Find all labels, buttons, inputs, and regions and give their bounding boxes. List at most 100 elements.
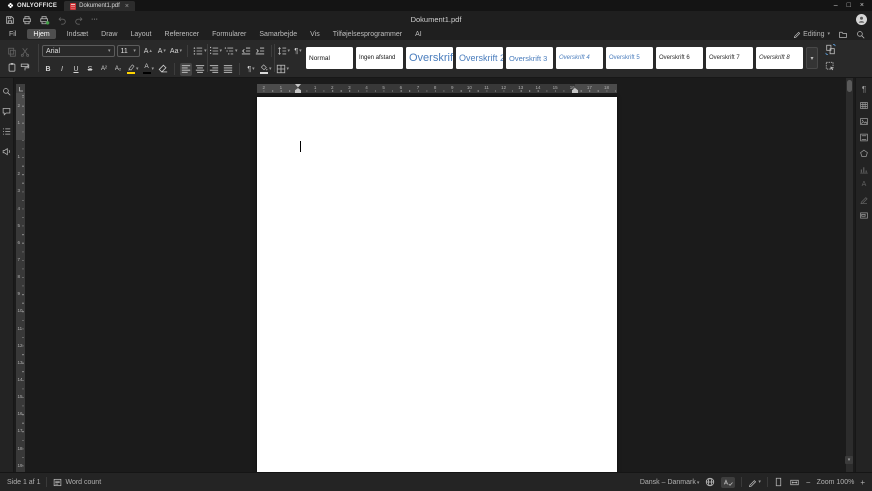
copy-icon[interactable] xyxy=(7,47,17,57)
nonprinting-characters-dropdown[interactable]: ¶ ▾ xyxy=(292,45,304,58)
change-case-dropdown[interactable]: Aa ▾ xyxy=(170,45,182,58)
style-chip-overskrift-4[interactable]: Overskrift 4 xyxy=(556,47,603,69)
table-settings-icon[interactable] xyxy=(859,101,869,110)
v-ruler[interactable]: 2 1 1 2 3 4 5 6 7 8 9 10 11 12 13 14 15 16 17 18 19 xyxy=(16,93,25,472)
style-chip-overskrift-6[interactable]: Overskrift 6 xyxy=(656,47,703,69)
quick-print-icon[interactable] xyxy=(39,15,50,25)
highlight-color-dropdown[interactable]: ▾ xyxy=(126,63,140,76)
menu-tab-tilfojelsesprogrammer[interactable]: Tilføjelsesprogrammer xyxy=(331,29,404,39)
select-all-icon[interactable] xyxy=(825,61,836,72)
superscript-button[interactable]: A² xyxy=(98,63,110,76)
minimize-button[interactable]: – xyxy=(834,2,838,9)
paragraph-settings-icon[interactable]: ¶ xyxy=(862,86,866,94)
menu-tab-vis[interactable]: Vis xyxy=(308,29,322,39)
image-settings-icon[interactable] xyxy=(859,117,869,126)
font-color-dropdown[interactable]: A ▾ xyxy=(142,63,156,76)
numbered-list-dropdown[interactable]: ▾ xyxy=(209,45,222,58)
copy-style-icon[interactable] xyxy=(20,62,30,72)
increase-indent-button[interactable] xyxy=(254,45,266,58)
form-settings-icon[interactable] xyxy=(859,211,869,220)
spell-check-toggle[interactable] xyxy=(721,476,736,488)
cut-icon[interactable] xyxy=(20,47,30,57)
style-chip-overskrift-8[interactable]: Overskrift 8 xyxy=(756,47,803,69)
zoom-out-button[interactable]: − xyxy=(806,478,811,487)
align-center-button[interactable] xyxy=(194,63,206,76)
paste-icon[interactable] xyxy=(7,62,17,72)
tab-stop-selector[interactable] xyxy=(16,84,25,93)
search-icon[interactable] xyxy=(856,30,865,39)
text-art-settings-icon[interactable]: A xyxy=(862,181,867,188)
chart-settings-icon[interactable] xyxy=(859,165,869,174)
editing-mode-dropdown[interactable]: Editing ▾ xyxy=(793,30,830,38)
font-size-select[interactable]: 11 ▾ xyxy=(116,45,140,57)
avatar[interactable] xyxy=(856,14,867,25)
menu-tab-layout[interactable]: Layout xyxy=(128,29,153,39)
style-chip-overskrift-7[interactable]: Overskrift 7 xyxy=(706,47,753,69)
vertical-scrollbar[interactable] xyxy=(846,78,853,472)
menu-tab-samarbejde[interactable]: Samarbejde xyxy=(257,29,299,39)
menu-tab-fil[interactable]: Fil xyxy=(7,29,18,39)
customize-quick-access-icon[interactable]: ··· xyxy=(91,16,98,23)
document-page[interactable] xyxy=(257,97,617,472)
set-language-globe-icon[interactable] xyxy=(705,477,715,487)
menu-tab-ai[interactable]: AI xyxy=(413,29,424,39)
style-chip-overskrift-5[interactable]: Overskrift 5 xyxy=(606,47,653,69)
fit-page-icon[interactable] xyxy=(774,477,783,487)
justify-button[interactable] xyxy=(222,63,234,76)
language-selector[interactable]: Dansk – Danmark▾ xyxy=(640,479,700,486)
font-name-select[interactable]: Arial ▾ xyxy=(42,45,115,57)
multilevel-list-dropdown[interactable]: ▾ xyxy=(224,45,238,58)
menu-tab-indsaet[interactable]: Indsæt xyxy=(65,29,90,39)
open-file-location-icon[interactable] xyxy=(838,30,848,39)
signature-settings-icon[interactable] xyxy=(859,195,869,204)
line-spacing-dropdown[interactable]: ▾ xyxy=(277,45,290,58)
style-chip-normal[interactable]: Normal xyxy=(306,47,353,69)
page-indicator[interactable]: Side 1 af 1 xyxy=(7,479,40,486)
comments-panel-icon[interactable] xyxy=(2,107,11,116)
styles-gallery-expand-button[interactable]: ▾ xyxy=(806,47,818,69)
style-chip-ingen-afstand[interactable]: Ingen afstand xyxy=(356,47,403,69)
bold-button[interactable]: B xyxy=(42,63,54,76)
subscript-button[interactable]: A₂ xyxy=(112,63,124,76)
replace-icon[interactable] xyxy=(825,44,836,55)
underline-button[interactable]: U xyxy=(70,63,82,76)
zoom-level[interactable]: Zoom 100% xyxy=(817,479,855,486)
shape-settings-icon[interactable] xyxy=(859,149,869,158)
save-icon[interactable] xyxy=(5,15,15,25)
word-count-button[interactable]: Word count xyxy=(53,478,101,487)
style-chip-overskrift-1[interactable]: Overskrift 1 xyxy=(406,47,453,69)
document-tab[interactable]: Dokument1.pdf × xyxy=(64,1,135,11)
menu-tab-formularer[interactable]: Formularer xyxy=(210,29,248,39)
h-ruler[interactable]: 2 1 1 2 3 4 5 6 7 8 9 10 11 12 13 14 15 16 17 18 xyxy=(257,84,617,93)
undo-icon[interactable] xyxy=(57,15,67,25)
decrease-font-size-button[interactable]: A ▾ xyxy=(156,45,168,58)
tab-close-icon[interactable]: × xyxy=(125,3,129,10)
zoom-in-button[interactable]: + xyxy=(860,478,865,487)
headings-navigation-icon[interactable] xyxy=(2,127,11,136)
ink-tool-dropdown[interactable]: ▾ xyxy=(748,478,761,487)
decrease-indent-button[interactable] xyxy=(240,45,252,58)
search-panel-icon[interactable] xyxy=(2,87,11,96)
scroll-down-button[interactable]: ▾ xyxy=(845,456,853,464)
fit-width-icon[interactable] xyxy=(789,478,800,487)
menu-tab-hjem[interactable]: Hjem xyxy=(27,29,56,39)
redo-icon[interactable] xyxy=(74,15,84,25)
menu-tab-draw[interactable]: Draw xyxy=(99,29,119,39)
clear-style-icon[interactable] xyxy=(157,63,169,76)
borders-dropdown[interactable]: ▾ xyxy=(275,63,291,76)
strikethrough-button[interactable]: S xyxy=(84,63,96,76)
style-chip-overskrift-3[interactable]: Overskrift 3 xyxy=(506,47,553,69)
header-footer-settings-icon[interactable] xyxy=(859,133,869,142)
align-right-button[interactable] xyxy=(208,63,220,76)
print-icon[interactable] xyxy=(22,15,32,25)
maximize-button[interactable]: □ xyxy=(847,2,851,9)
scrollbar-thumb[interactable] xyxy=(847,80,852,92)
increase-font-size-button[interactable]: A ▴ xyxy=(142,45,154,58)
paragraph-marks-dropdown[interactable]: ¶ ▾ xyxy=(245,63,257,76)
style-chip-overskrift-2[interactable]: Overskrift 2 xyxy=(456,47,503,69)
bullet-list-dropdown[interactable]: ▾ xyxy=(193,45,207,58)
shading-dropdown[interactable]: ▾ xyxy=(259,63,273,76)
align-left-button[interactable] xyxy=(180,62,193,76)
italic-button[interactable]: I xyxy=(56,63,68,76)
feedback-icon[interactable] xyxy=(2,147,11,156)
